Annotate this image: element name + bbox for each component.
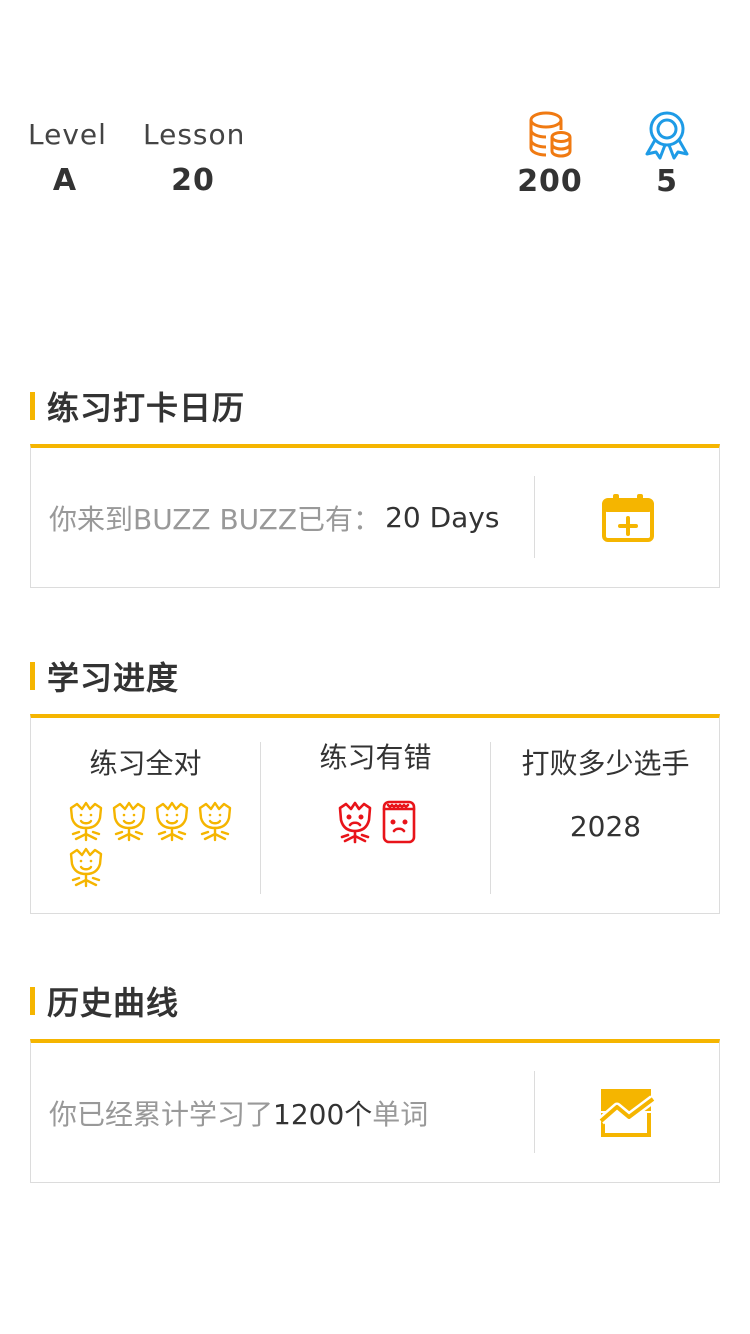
coins-stat[interactable]: 200: [512, 110, 588, 199]
lesson-label: Lesson: [143, 118, 246, 151]
calendar-section-title: 练习打卡日历: [30, 383, 245, 429]
lesson-stat: Lesson 20: [143, 118, 246, 198]
calendar-days: 20 Days: [385, 501, 500, 534]
history-count: 1200个: [273, 1097, 373, 1131]
level-label: Level: [28, 118, 107, 151]
history-title-text: 历史曲线: [47, 984, 180, 1022]
line-chart-icon: [598, 1088, 656, 1137]
stats-bar: Level A Lesson 20 200 5: [0, 0, 750, 240]
happy-flower-icon: [69, 801, 102, 842]
history-chart-button[interactable]: [535, 1043, 720, 1182]
progress-title-text: 学习进度: [47, 659, 180, 697]
history-text-suffix: 单词: [372, 1097, 429, 1131]
award-ribbon-icon: [632, 110, 702, 160]
happy-flower-icon: [69, 847, 102, 888]
title-accent-bar: [30, 392, 35, 420]
happy-flowers: [56, 800, 236, 890]
progress-card: 练习全对 练习有错 打败多少选手 2028: [30, 714, 720, 914]
sad-icons: [261, 800, 490, 844]
badges-value: 5: [656, 164, 678, 199]
all-right-label: 练习全对: [89, 747, 202, 780]
badges-stat[interactable]: 5: [632, 110, 702, 199]
history-section-title: 历史曲线: [30, 978, 179, 1024]
mistakes-column[interactable]: 练习有错: [260, 741, 490, 894]
history-text-prefix: 你已经累计学习了: [49, 1097, 274, 1131]
happy-flower-icon: [198, 801, 231, 842]
happy-flower-icon: [155, 801, 188, 842]
coins-value: 200: [517, 164, 583, 199]
mistakes-label: 练习有错: [319, 741, 432, 774]
level-stat: Level A: [28, 118, 107, 198]
calendar-title-text: 练习打卡日历: [47, 389, 246, 427]
title-accent-bar: [30, 987, 35, 1015]
history-card: 你已经累计学习了 1200个 单词: [30, 1039, 720, 1183]
beat-column[interactable]: 打败多少选手 2028: [490, 742, 720, 894]
history-text: 你已经累计学习了 1200个 单词: [49, 1043, 428, 1182]
sad-jar-icon: [382, 800, 415, 844]
beat-value: 2028: [569, 810, 642, 843]
lesson-value: 20: [171, 163, 215, 198]
beat-label: 打败多少选手: [521, 747, 690, 780]
calendar-add-icon: [601, 493, 654, 542]
level-value: A: [52, 163, 78, 198]
calendar-text-prefix: 你来到BUZZ BUZZ已有：: [49, 502, 382, 536]
sad-flower-icon: [338, 801, 371, 844]
progress-section-title: 学习进度: [30, 653, 179, 699]
all-right-column[interactable]: 练习全对: [31, 718, 260, 914]
calendar-card: 你来到BUZZ BUZZ已有： 20 Days: [30, 444, 720, 588]
calendar-text: 你来到BUZZ BUZZ已有： 20 Days: [49, 448, 499, 587]
title-accent-bar: [30, 662, 35, 690]
calendar-button[interactable]: [535, 448, 720, 587]
happy-flower-icon: [112, 801, 145, 842]
coins-icon: [512, 110, 588, 160]
